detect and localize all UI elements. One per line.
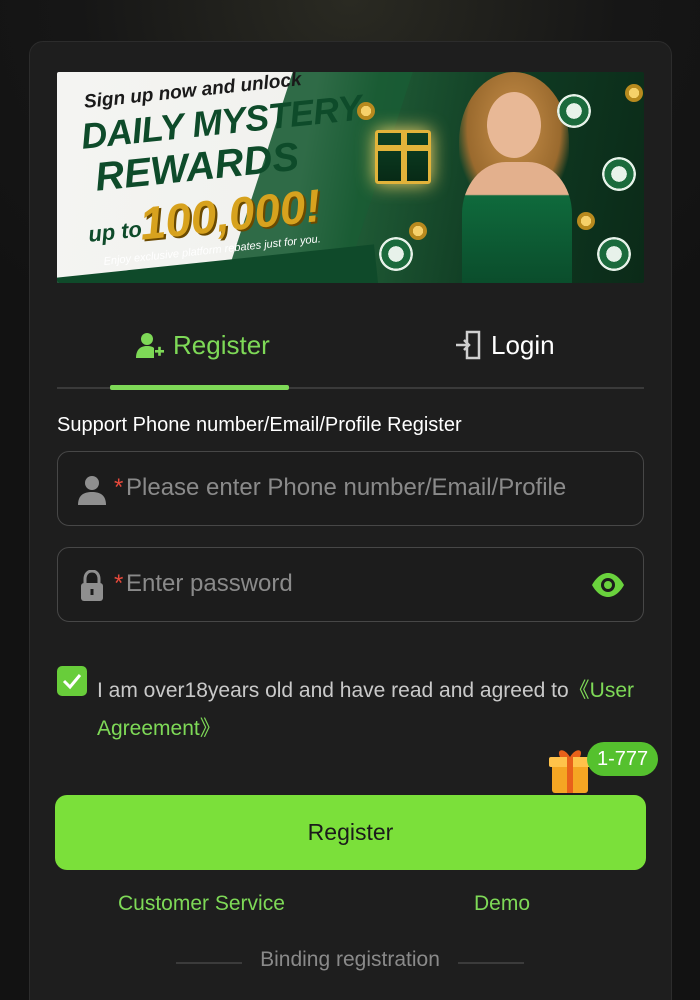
gold-coin-icon bbox=[357, 102, 375, 120]
phone-email-placeholder: Please enter Phone number/Email/Profile bbox=[126, 474, 567, 501]
tab-login-label: Login bbox=[491, 329, 555, 360]
lock-icon bbox=[81, 570, 103, 601]
agreement-text: I am over18years old and have read and a… bbox=[97, 672, 637, 748]
add-user-icon bbox=[136, 333, 164, 358]
gold-coin-icon bbox=[577, 212, 595, 230]
eye-icon[interactable] bbox=[591, 570, 625, 600]
agree-checkbox[interactable] bbox=[57, 666, 87, 696]
banner-upto: up to bbox=[87, 216, 144, 247]
tab-register-label: Register bbox=[173, 329, 270, 360]
divider-line bbox=[176, 962, 242, 964]
required-mark: * bbox=[114, 570, 124, 597]
tab-login[interactable]: Login bbox=[455, 320, 555, 370]
gift-icon bbox=[549, 750, 591, 793]
binding-registration-section: Binding registration bbox=[0, 948, 700, 972]
user-icon bbox=[78, 476, 106, 505]
support-label: Support Phone number/Email/Profile Regis… bbox=[57, 414, 462, 436]
password-field[interactable]: * Enter password bbox=[57, 547, 644, 622]
password-placeholder: Enter password bbox=[126, 570, 293, 597]
auth-tabs: Register Login bbox=[57, 320, 644, 390]
gold-coin-icon bbox=[409, 222, 427, 240]
bonus-badge: 1-777 bbox=[587, 742, 659, 776]
binding-registration-label[interactable]: Binding registration bbox=[260, 948, 440, 971]
demo-link[interactable]: Demo bbox=[474, 892, 530, 916]
login-door-icon bbox=[456, 330, 481, 360]
casino-chip-icon bbox=[602, 157, 636, 191]
promo-banner[interactable]: Sign up now and unlock DAILY MYSTERY REW… bbox=[57, 72, 644, 283]
agreement-label: I am over18years old and have read and a… bbox=[97, 679, 569, 702]
checkmark-icon bbox=[62, 674, 82, 690]
divider-line bbox=[458, 962, 524, 964]
casino-chip-icon bbox=[379, 237, 413, 271]
customer-service-link[interactable]: Customer Service bbox=[118, 892, 285, 916]
casino-chip-icon bbox=[597, 237, 631, 271]
required-mark: * bbox=[114, 474, 124, 501]
casino-chip-icon bbox=[557, 94, 591, 128]
tab-register[interactable]: Register bbox=[135, 320, 270, 370]
banner-model-face bbox=[487, 92, 541, 158]
tab-active-indicator bbox=[110, 385, 289, 390]
banner-model-body bbox=[462, 162, 572, 283]
register-button[interactable]: Register bbox=[55, 795, 646, 870]
gift-box-icon bbox=[375, 130, 431, 184]
gold-coin-icon bbox=[625, 84, 643, 102]
phone-email-field[interactable]: * Please enter Phone number/Email/Profil… bbox=[57, 451, 644, 526]
